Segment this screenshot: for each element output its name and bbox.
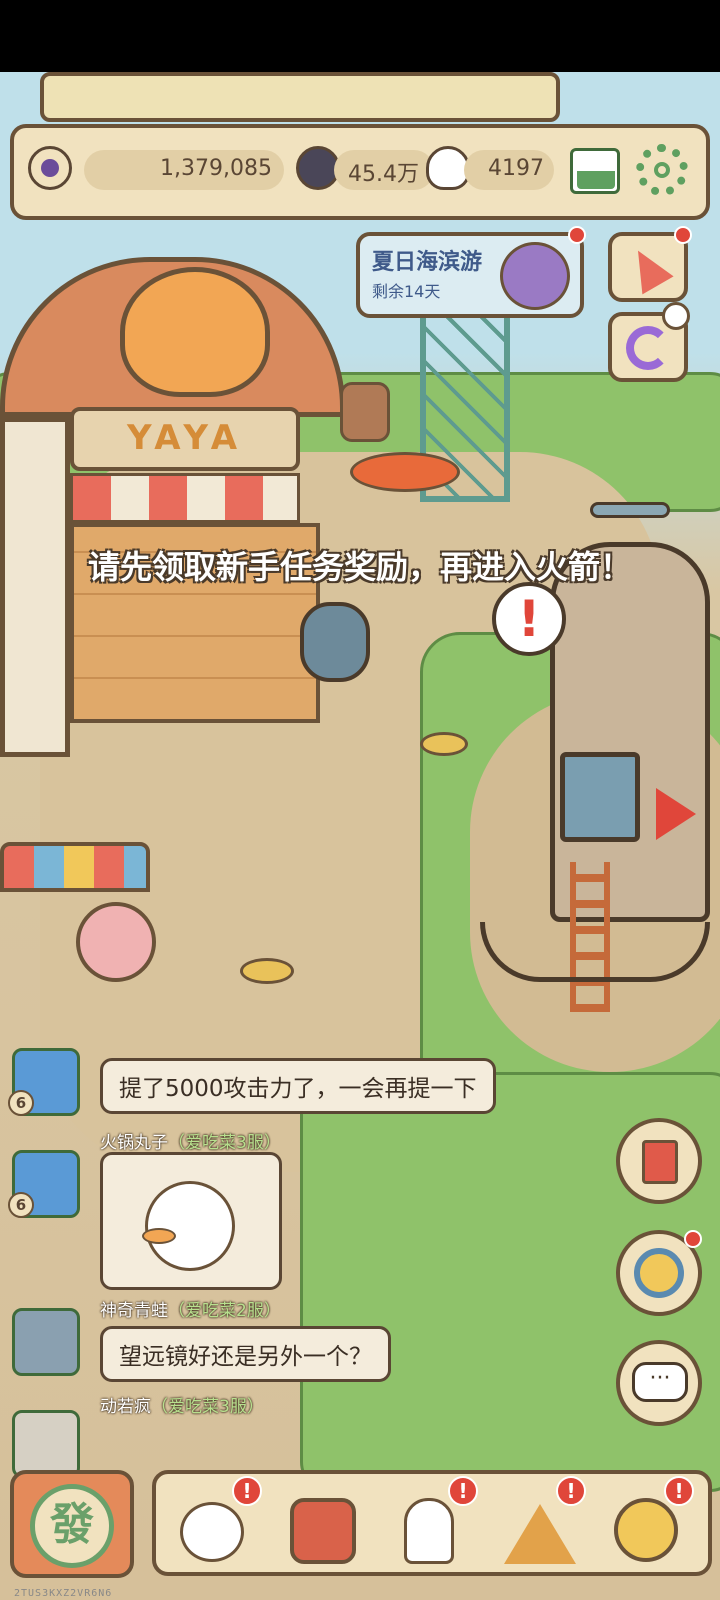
sender-name: 神奇青蛙: [100, 1301, 168, 1321]
gear-icon[interactable]: [636, 144, 688, 196]
tutorial-notice: 请先领取新手任务奖励，再进入火箭！: [87, 548, 632, 586]
statue-button[interactable]: !: [386, 1476, 478, 1570]
bottom-dock: ! ! ! !: [152, 1470, 712, 1576]
currency-bar: 1,379,085 45.4万 4197: [10, 124, 710, 220]
summer-event-banner[interactable]: 夏日海滨游 剩余14天: [356, 226, 586, 318]
pyramid-alert-icon: !: [556, 1476, 586, 1506]
backpack-icon: [290, 1498, 356, 1564]
compass-icon: [634, 1248, 684, 1298]
sender-server: （爱吃菜3服）: [151, 1397, 264, 1417]
chat-icon: ···: [632, 1362, 688, 1402]
house-roof: [0, 842, 150, 892]
level-badge: 6: [8, 1090, 34, 1116]
avatar[interactable]: [12, 1410, 80, 1478]
pet-alert-icon: !: [232, 1476, 262, 1506]
fa-button[interactable]: 發: [10, 1470, 134, 1578]
pig-icon: [76, 902, 156, 982]
shop-sign: YAYA: [70, 407, 300, 471]
chat-bubble: 提了5000攻击力了，一会再提一下: [100, 1058, 496, 1114]
pet-button[interactable]: !: [170, 1476, 262, 1570]
coin-icon: [420, 732, 468, 756]
sender-name: 火锅丸子: [100, 1133, 168, 1153]
red-envelope-icon: [642, 1140, 678, 1184]
event-alert-dot: [568, 226, 586, 244]
sticker-bubble: [100, 1152, 282, 1290]
propeller-icon: [590, 502, 670, 518]
pyramid-button[interactable]: !: [494, 1476, 586, 1570]
gift-icon: [662, 302, 690, 330]
bust-statue-icon: [404, 1498, 454, 1564]
key-alert-icon: !: [664, 1476, 694, 1506]
chat-bubble: 望远镜好还是另外一个？: [100, 1326, 391, 1382]
backpack-button[interactable]: [278, 1484, 370, 1570]
cauldron: [340, 382, 390, 442]
compass-button[interactable]: [616, 1230, 702, 1316]
coin-icon: [240, 958, 294, 984]
rocket-legs: [480, 922, 710, 982]
yaya-shop[interactable]: YAYA: [0, 257, 345, 757]
forge-station[interactable]: [340, 372, 500, 502]
duck-sticker-icon: [142, 1181, 235, 1271]
party-popper-icon: [622, 241, 674, 295]
forge-fire: [350, 452, 460, 492]
key-coin-icon: [614, 1498, 678, 1562]
pyramid-eye-icon: [504, 1504, 576, 1564]
telescope-tube: [40, 72, 560, 122]
pig-house[interactable]: [0, 842, 160, 992]
eye-currency-value: 1,379,085: [160, 156, 272, 181]
shop-awning: [70, 473, 300, 523]
snake-gift-button[interactable]: [608, 302, 690, 382]
purple-snake-icon: [626, 326, 670, 370]
sender-server: （爱吃菜2服）: [168, 1301, 281, 1321]
sender-server: （爱吃菜3服）: [168, 1133, 281, 1153]
red-envelope-button[interactable]: [616, 1118, 702, 1204]
duck-head-icon: [120, 267, 270, 397]
party-alert-dot: [674, 226, 692, 244]
level-badge: 6: [8, 1192, 34, 1218]
duck-pet-icon: [180, 1502, 244, 1562]
statue-alert-icon: !: [448, 1476, 478, 1506]
chat-sender: 火锅丸子（爱吃菜3服）: [100, 1128, 281, 1153]
compass-alert-dot: [684, 1230, 702, 1248]
chat-sender: 神奇青蛙（爱吃菜2服）: [100, 1296, 281, 1321]
mail-icon[interactable]: [570, 148, 620, 194]
eye-icon: [28, 146, 72, 190]
avatar[interactable]: [12, 1308, 80, 1376]
tire-stack: [300, 602, 370, 682]
event-remaining: 剩余14天: [372, 282, 441, 301]
vault-door: [560, 752, 640, 842]
event-title: 夏日海滨游: [372, 250, 483, 275]
soul-currency-value: 4197: [488, 156, 544, 181]
party-popper-button[interactable]: [608, 226, 692, 302]
chat-button[interactable]: ···: [616, 1340, 702, 1426]
fa-coin-icon: 發: [30, 1484, 114, 1568]
event-character-avatar: [500, 242, 570, 310]
build-id: 2TUS3KXZ2VR6N6: [14, 1588, 113, 1599]
gem-currency-value: 45.4万: [348, 162, 419, 187]
chat-sender: 动若疯（爱吃菜3服）: [100, 1392, 264, 1417]
key-button[interactable]: !: [602, 1476, 694, 1570]
next-arrow-button[interactable]: [656, 788, 696, 840]
alert-bubble-icon[interactable]: !: [492, 582, 566, 656]
sender-name: 动若疯: [100, 1397, 151, 1417]
